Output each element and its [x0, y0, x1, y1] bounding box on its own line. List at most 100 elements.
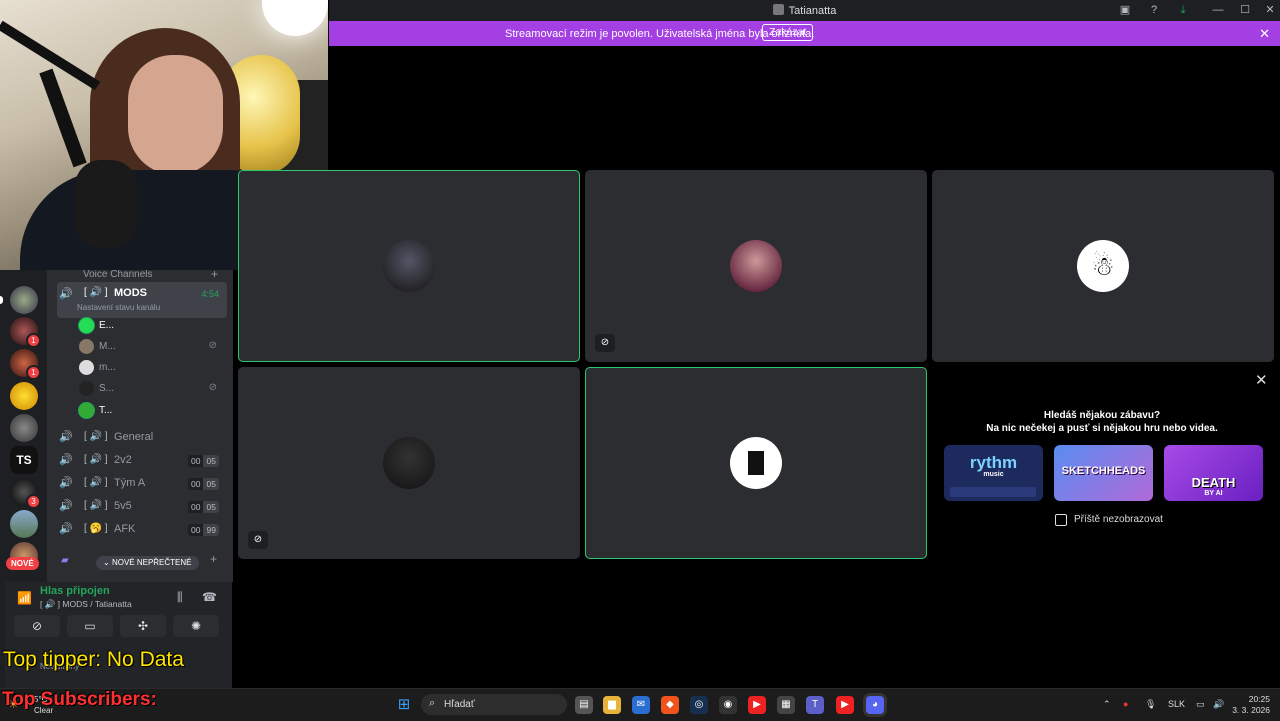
channel-general[interactable]: 🔊[ 🔊 ] General: [57, 428, 227, 448]
channel-tym-a[interactable]: 🔊[ 🔊 ] Tým A 00 05: [57, 474, 227, 494]
voice-user[interactable]: E...: [79, 316, 229, 336]
app-icon[interactable]: ▦: [777, 696, 795, 714]
channel-2v2[interactable]: 🔊[ 🔊 ] 2v2 00 05: [57, 451, 227, 471]
voice-user[interactable]: T...: [79, 401, 229, 421]
avatar: [79, 403, 94, 418]
dont-show-label[interactable]: Příště nezobrazovat: [1074, 514, 1163, 525]
new-unread-button[interactable]: ⌄ NOVÉ NEPŘEČTENÉ: [96, 556, 199, 570]
video-tile[interactable]: [585, 367, 927, 559]
activity-card-death-by-ai[interactable]: DEATH BY AI: [1164, 445, 1263, 501]
download-icon[interactable]: ⤓: [1174, 2, 1192, 18]
user-limit-badge: 00 05: [188, 501, 219, 513]
disconnect-icon[interactable]: ☎: [202, 590, 217, 604]
server-icon[interactable]: 3: [10, 478, 41, 509]
call-timer: 4:54: [201, 289, 219, 299]
selected-server-indicator: [0, 296, 3, 304]
signal-icon[interactable]: 📶: [17, 591, 32, 605]
close-window-icon[interactable]: ✕: [1261, 2, 1279, 18]
muted-icon: ⊘: [595, 334, 615, 352]
network-icon[interactable]: ▭: [1196, 699, 1205, 710]
close-icon[interactable]: ✕: [1255, 371, 1268, 389]
windows-start-icon[interactable]: ⊞: [395, 696, 413, 714]
taskbar-search[interactable]: ⌕ Hľadať: [421, 694, 567, 715]
volume-icon[interactable]: 🔊: [1213, 699, 1224, 710]
participant-avatar: [730, 437, 782, 489]
video-tile[interactable]: [238, 170, 580, 362]
soundboard-button[interactable]: ✺: [173, 615, 219, 637]
channel-5v5[interactable]: 🔊[ 🔊 ] 5v5 00 05: [57, 497, 227, 517]
obs-icon[interactable]: ◉: [719, 696, 737, 714]
inbox-icon[interactable]: ▣: [1116, 2, 1134, 18]
top-tipper-overlay: Top tipper: No Data: [3, 648, 184, 671]
server-icon[interactable]: [10, 382, 38, 410]
title-bar: Tatianatta ▣ ? ⤓ — ☐ ✕: [329, 0, 1280, 21]
user-limit-badge: 00 05: [188, 478, 219, 490]
media-player-icon[interactable]: ▶: [836, 696, 854, 714]
server-icon[interactable]: 1: [10, 317, 41, 348]
voice-channels-section[interactable]: Voice Channels: [83, 270, 153, 280]
teams-icon[interactable]: T: [806, 696, 824, 714]
language-indicator[interactable]: SLK: [1168, 699, 1185, 709]
dont-show-checkbox[interactable]: [1055, 514, 1067, 526]
server-icon[interactable]: [10, 414, 38, 442]
new-badge[interactable]: NOVÉ: [6, 557, 39, 570]
channel-mods[interactable]: 🔊 [ 🔊 ] MODS 4:54 Nastavení stavu kanálu: [57, 282, 227, 318]
file-explorer-icon[interactable]: ▆: [603, 696, 621, 714]
discord-icon[interactable]: ◕: [866, 696, 884, 714]
close-banner-icon[interactable]: ✕: [1259, 26, 1270, 42]
muted-deafened-icon: ⊘: [208, 340, 217, 351]
activities-button[interactable]: ✣: [120, 615, 166, 637]
activity-card-sketchheads[interactable]: SKETCHHEADS: [1054, 445, 1153, 501]
lamp-shape: [262, 0, 328, 36]
add-channel-icon[interactable]: +: [210, 552, 217, 566]
microphone-icon[interactable]: 🎙: [1145, 699, 1156, 710]
minimize-icon[interactable]: —: [1209, 2, 1227, 18]
activity-hint: Na nic nečekej a pusť si nějakou hru neb…: [986, 423, 1218, 434]
screen-share-button[interactable]: ▭: [67, 615, 113, 637]
voice-connected-label[interactable]: Hlas připojen: [40, 585, 110, 597]
voice-user[interactable]: S... ⊘: [79, 379, 229, 399]
clock[interactable]: 20:25 3. 3. 2026: [1232, 694, 1270, 716]
muted-icon: ⊘: [208, 382, 217, 393]
voice-location[interactable]: [ 🔊 ] MODS / Tatianatta: [40, 599, 132, 610]
channel-prefix: [ 🔊 ]: [84, 287, 108, 298]
channel-status[interactable]: Nastavení stavu kanálu: [77, 303, 160, 312]
top-subscribers-overlay: Top Subscribers:: [2, 689, 157, 710]
video-tile[interactable]: ⊘: [238, 367, 580, 559]
participant-avatar: [383, 437, 435, 489]
teamspeak-server-icon[interactable]: TS: [10, 446, 38, 474]
channel-afk[interactable]: 🔊[ 🥱 ] AFK 00 99: [57, 520, 227, 540]
video-tile[interactable]: ⊘: [585, 170, 927, 362]
channel-name: MODS: [114, 287, 147, 299]
video-tile[interactable]: ☃: [932, 170, 1274, 362]
camera-off-button[interactable]: ⊘: [14, 615, 60, 637]
server-icon[interactable]: [10, 286, 38, 314]
help-icon[interactable]: ?: [1145, 2, 1163, 18]
steam-icon[interactable]: ◎: [690, 696, 708, 714]
add-channel-icon[interactable]: +: [211, 270, 218, 281]
server-icon[interactable]: [10, 510, 38, 538]
chevron-down-icon: ⌄: [103, 558, 112, 567]
participant-avatar: [383, 240, 435, 292]
chevron-up-icon[interactable]: ⌃: [1103, 699, 1111, 710]
tray-app-icon[interactable]: ●: [1123, 699, 1128, 709]
voice-user[interactable]: m...: [79, 358, 229, 378]
youtube-icon[interactable]: ▶: [748, 696, 766, 714]
taskbar: ☀ 5°C Clear ⊞ ⌕ Hľadať ▤ ▆ ✉ ◆ ◎ ◉ ▶ ▦ T …: [0, 688, 1280, 721]
activity-card-rythm[interactable]: rythm music: [944, 445, 1043, 501]
speaker-icon: 🔊: [59, 477, 73, 489]
brave-browser-icon[interactable]: ◆: [661, 696, 679, 714]
speaker-icon: 🔊: [59, 431, 73, 443]
participant-avatar: ☃: [1077, 240, 1129, 292]
server-icon[interactable]: 1: [10, 349, 41, 380]
mention-badge: 1: [26, 333, 41, 348]
voice-user[interactable]: M... ⊘: [79, 337, 229, 357]
outlook-icon[interactable]: ✉: [632, 696, 650, 714]
server-icon: [772, 4, 784, 15]
mic-arm-shape: [39, 68, 87, 168]
noise-suppression-icon[interactable]: ⫼: [177, 590, 183, 605]
task-view-icon[interactable]: ▤: [575, 696, 593, 714]
activity-suggestion-panel: ✕ Hledáš nějakou zábavu? Na nic nečekej …: [932, 367, 1280, 559]
disable-streamer-mode-button[interactable]: Zakázat: [762, 24, 814, 41]
maximize-icon[interactable]: ☐: [1236, 2, 1254, 18]
